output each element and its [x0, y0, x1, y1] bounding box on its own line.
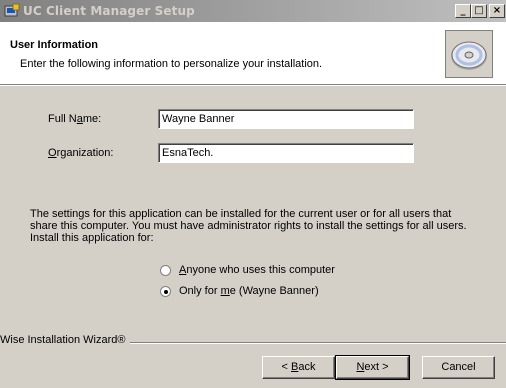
radio-only-me-label: Only for me (Wayne Banner) — [179, 285, 319, 297]
cancel-button[interactable]: Cancel — [422, 356, 495, 379]
installer-app-icon — [4, 3, 20, 17]
organization-field[interactable]: EsnaTech. — [158, 143, 414, 163]
window-title: UC Client Manager Setup — [23, 4, 195, 18]
radio-anyone-label: Anyone who uses this computer — [179, 264, 335, 276]
page-title: User Information — [10, 39, 99, 51]
header-banner — [0, 22, 506, 84]
radio-button[interactable] — [160, 265, 171, 276]
radio-button-selected[interactable] — [160, 286, 171, 297]
brand-label: Wise Installation Wizard® — [0, 334, 131, 346]
back-button[interactable]: < Back — [262, 356, 335, 379]
page-subtitle: Enter the following information to perso… — [20, 58, 323, 70]
header-divider-highlight — [0, 85, 506, 86]
full-name-field[interactable]: Wayne Banner — [158, 109, 414, 129]
organization-label: Organization: — [48, 147, 114, 159]
title-bar[interactable]: UC Client Manager Setup _ □ × — [0, 0, 506, 22]
maximize-button[interactable]: □ — [471, 4, 487, 18]
next-button[interactable]: Next > — [335, 355, 410, 380]
close-button[interactable]: × — [489, 4, 505, 18]
minimize-button[interactable]: _ — [455, 4, 471, 18]
full-name-label: Full Name: — [48, 113, 102, 125]
cd-disc-icon — [445, 30, 493, 78]
install-scope-description: The settings for this application can be… — [30, 208, 467, 244]
